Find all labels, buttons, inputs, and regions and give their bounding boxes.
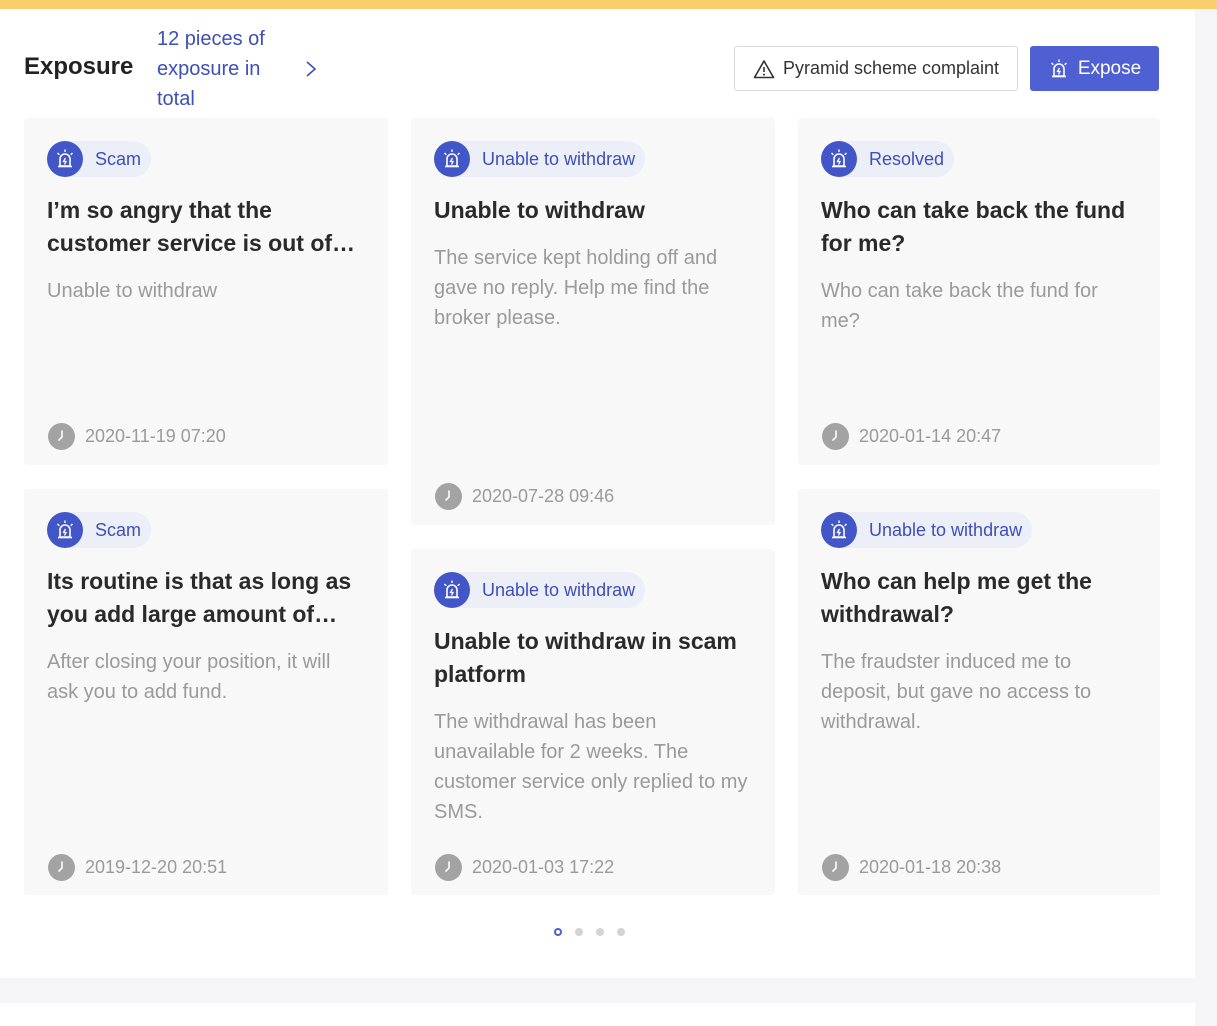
card-timestamp: 2019-12-20 20:51 xyxy=(48,853,227,881)
expose-button-label: Expose xyxy=(1077,57,1142,79)
alarm-siren-icon xyxy=(434,141,470,177)
tag-label: Unable to withdraw xyxy=(869,519,1023,540)
card-timestamp: 2020-01-14 20:47 xyxy=(822,422,1001,450)
pagination-dot[interactable] xyxy=(617,928,625,936)
card-title: Its routine is that as long as you add l… xyxy=(47,568,352,627)
card-description: The withdrawal has been unavailable for … xyxy=(434,711,748,823)
card-description: The fraudster induced me to deposit, but… xyxy=(821,651,1092,733)
card-title: Who can help me get the withdrawal? xyxy=(821,568,1092,627)
next-section-panel xyxy=(0,1003,1195,1026)
clock-icon xyxy=(435,482,462,510)
date-text: 2020-01-18 20:38 xyxy=(859,856,1002,877)
tag-label: Scam xyxy=(95,519,142,540)
card-title: I’m so angry that the customer service i… xyxy=(47,197,333,256)
date-text: 2019-12-20 20:51 xyxy=(85,856,228,877)
carousel-pagination xyxy=(554,928,625,936)
tag-label: Unable to withdraw xyxy=(482,579,636,600)
date-text: 2020-07-28 09:46 xyxy=(472,485,615,506)
pyramid-complaint-button[interactable]: Pyramid scheme complaint xyxy=(734,46,1018,91)
exposure-card[interactable]: Unable to withdraw Unable to withdraw in… xyxy=(411,549,775,895)
clock-icon xyxy=(48,422,75,450)
category-tag: Scam xyxy=(47,141,152,177)
top-accent-bar xyxy=(0,0,1217,9)
pagination-dot[interactable] xyxy=(596,928,604,936)
pagination-dot[interactable] xyxy=(575,928,583,936)
category-tag: Scam xyxy=(47,512,152,548)
category-tag: Resolved xyxy=(821,141,955,177)
date-text: 2020-11-19 07:20 xyxy=(85,425,226,446)
complaint-button-label: Pyramid scheme complaint xyxy=(782,58,1000,78)
card-timestamp: 2020-07-28 09:46 xyxy=(435,482,614,510)
card-title: Who can take back the fund for me? xyxy=(821,197,1126,256)
tag-label: Unable to withdraw xyxy=(482,148,636,169)
exposure-panel: Exposure 12 pieces of exposure in total … xyxy=(0,9,1195,978)
alarm-siren-icon xyxy=(821,512,857,548)
exposure-card[interactable]: Unable to withdraw Unable to withdraw Th… xyxy=(411,118,775,525)
exposure-card[interactable]: Unable to withdraw Who can help me get t… xyxy=(798,489,1160,895)
date-text: 2020-01-14 20:47 xyxy=(859,425,1002,446)
exposure-card[interactable]: Scam I’m so angry that the customer serv… xyxy=(24,118,388,465)
clock-icon xyxy=(48,853,75,881)
tag-label: Resolved xyxy=(869,148,945,169)
chevron-right-icon[interactable] xyxy=(302,59,320,79)
page-gutter xyxy=(1195,9,1217,1026)
card-title: Unable to withdraw in scam platform xyxy=(434,628,737,687)
clock-icon xyxy=(822,853,849,881)
card-timestamp: 2020-01-03 17:22 xyxy=(435,853,614,881)
exposure-count-link[interactable]: 12 pieces of exposure in total xyxy=(157,24,297,114)
card-description: Unable to withdraw xyxy=(47,280,218,302)
warning-triangle-icon xyxy=(753,59,775,78)
pagination-dot[interactable] xyxy=(554,928,562,936)
alarm-siren-icon xyxy=(1050,59,1067,77)
card-description: After closing your position, it will ask… xyxy=(47,651,331,703)
alarm-siren-icon xyxy=(434,572,470,608)
card-description: Who can take back the fund for me? xyxy=(821,280,1098,332)
tag-label: Scam xyxy=(95,148,142,169)
exposure-card[interactable]: Scam Its routine is that as long as you … xyxy=(24,489,388,895)
alarm-siren-icon xyxy=(821,141,857,177)
alarm-siren-icon xyxy=(47,141,83,177)
expose-button[interactable]: Expose xyxy=(1030,46,1159,91)
clock-icon xyxy=(822,422,849,450)
section-title: Exposure xyxy=(24,53,134,80)
card-description: The service kept holding off and gave no… xyxy=(434,247,718,329)
card-timestamp: 2020-01-18 20:38 xyxy=(822,853,1001,881)
clock-icon xyxy=(435,853,462,881)
category-tag: Unable to withdraw xyxy=(434,572,646,608)
card-title: Unable to withdraw xyxy=(434,197,645,223)
alarm-siren-icon xyxy=(47,512,83,548)
date-text: 2020-01-03 17:22 xyxy=(472,856,615,877)
category-tag: Unable to withdraw xyxy=(434,141,646,177)
card-timestamp: 2020-11-19 07:20 xyxy=(48,422,226,450)
exposure-card[interactable]: Resolved Who can take back the fund for … xyxy=(798,118,1160,465)
category-tag: Unable to withdraw xyxy=(821,512,1033,548)
